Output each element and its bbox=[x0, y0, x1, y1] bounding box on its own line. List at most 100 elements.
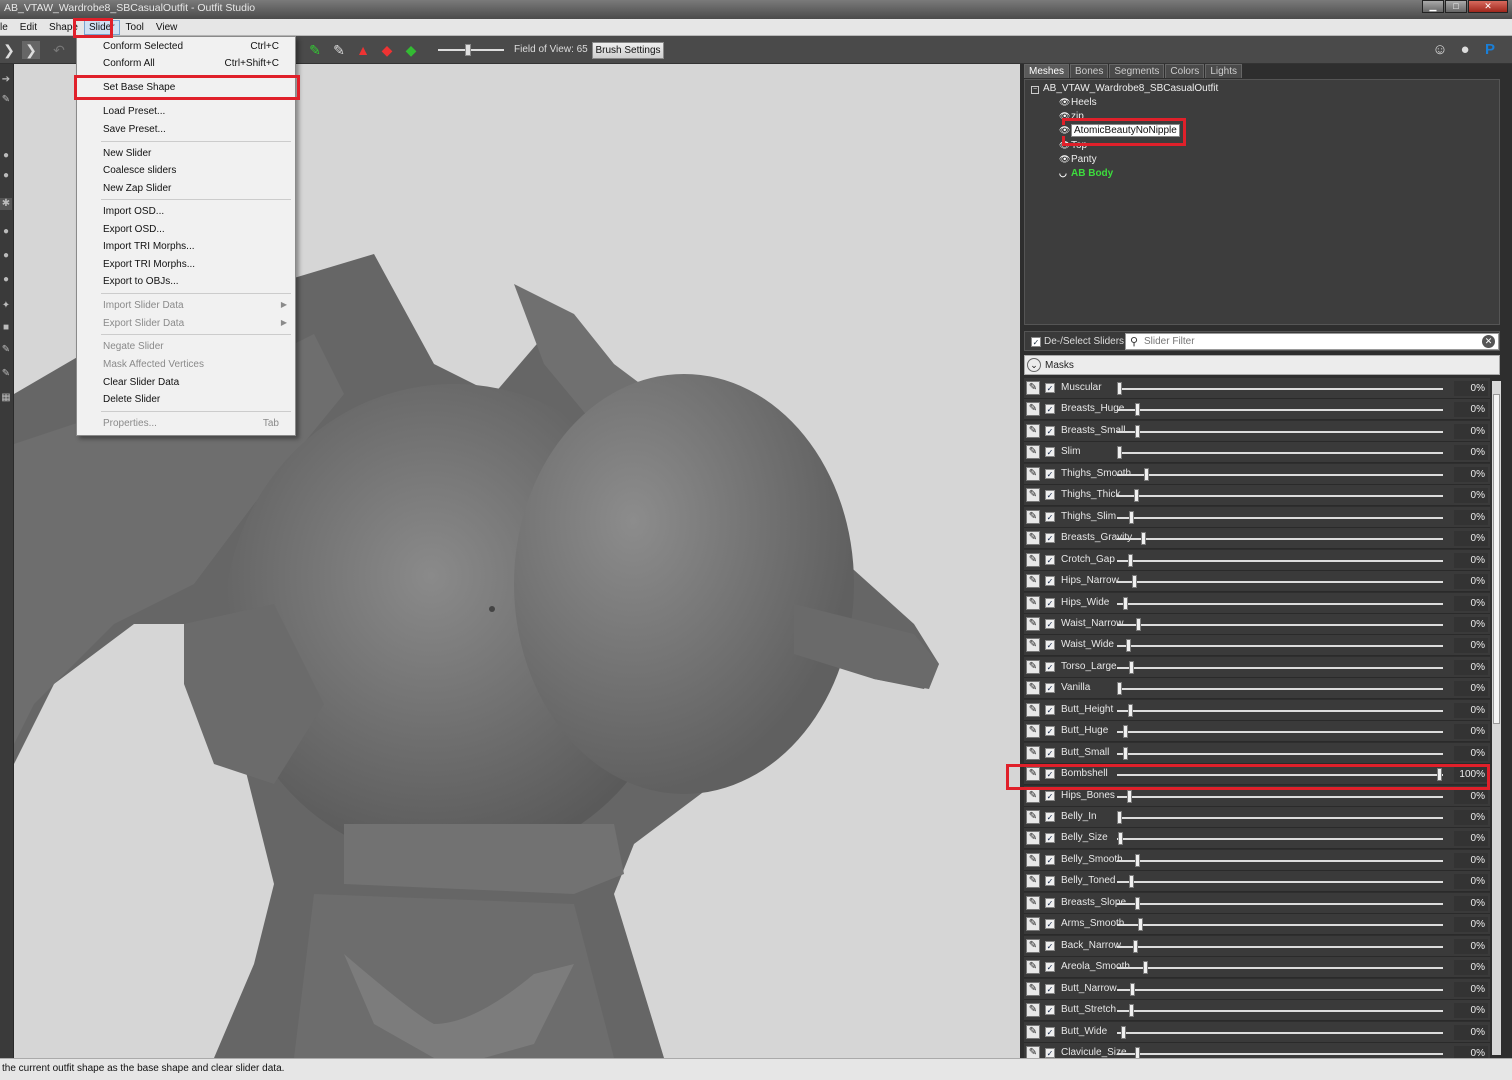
slider-value[interactable]: 0% bbox=[1454, 831, 1488, 847]
slider-thumb[interactable] bbox=[1135, 896, 1140, 910]
slider-thumb[interactable] bbox=[1123, 725, 1128, 739]
slider-track[interactable] bbox=[1117, 388, 1443, 390]
slider-value[interactable]: 0% bbox=[1454, 638, 1488, 654]
edit-slider-icon[interactable]: ✎ bbox=[1026, 638, 1040, 653]
slider-value[interactable]: 0% bbox=[1454, 574, 1488, 590]
slider-checkbox[interactable]: ✓ bbox=[1045, 897, 1055, 908]
slider-value[interactable]: 0% bbox=[1454, 874, 1488, 890]
mesh-item-atomicbeautynonipple[interactable]: 👁 AtomicBeautyNoNipple bbox=[1059, 124, 1180, 137]
chevron-down-icon[interactable]: ⌄ bbox=[1027, 358, 1041, 372]
slider-value[interactable]: 0% bbox=[1454, 531, 1488, 547]
menu-item-export-tri-morphs[interactable]: Export TRI Morphs... bbox=[77, 257, 295, 274]
slider-track[interactable] bbox=[1117, 1052, 1443, 1055]
mesh-item-ab-body[interactable]: ◡ AB Body bbox=[1059, 168, 1113, 179]
edit-slider-icon[interactable]: ✎ bbox=[1026, 745, 1040, 760]
slider-thumb[interactable] bbox=[1133, 939, 1138, 953]
slider-checkbox[interactable]: ✓ bbox=[1045, 533, 1055, 544]
slider-checkbox[interactable]: ✓ bbox=[1045, 597, 1055, 608]
slider-track[interactable] bbox=[1117, 1031, 1443, 1034]
slider-value[interactable]: 0% bbox=[1454, 1024, 1488, 1040]
slider-thumb[interactable] bbox=[1129, 875, 1134, 889]
slider-thumb[interactable] bbox=[1123, 596, 1128, 610]
edit-slider-icon[interactable]: ✎ bbox=[1026, 509, 1040, 524]
menu-item-import-osd[interactable]: Import OSD... bbox=[77, 204, 295, 221]
slider-value[interactable]: 0% bbox=[1454, 895, 1488, 911]
slider-value[interactable]: 0% bbox=[1454, 1045, 1488, 1058]
menu-item-load-preset[interactable]: Load Preset... bbox=[77, 104, 295, 121]
slider-checkbox[interactable]: ✓ bbox=[1045, 661, 1055, 672]
slider-track[interactable] bbox=[1117, 795, 1443, 798]
circle-tool-icon[interactable]: ● bbox=[0, 274, 12, 286]
menu-tool[interactable]: Tool bbox=[120, 20, 150, 35]
slider-track[interactable] bbox=[1117, 581, 1443, 584]
slider-track[interactable] bbox=[1117, 430, 1443, 433]
slider-thumb[interactable] bbox=[1138, 918, 1143, 932]
move-vertices-icon[interactable]: ▲ bbox=[354, 41, 372, 59]
tab-bones[interactable]: Bones bbox=[1070, 64, 1109, 78]
edit-slider-icon[interactable]: ✎ bbox=[1026, 681, 1040, 696]
slider-thumb[interactable] bbox=[1129, 510, 1134, 524]
slider-thumb[interactable] bbox=[1129, 660, 1134, 674]
slider-thumb[interactable] bbox=[1135, 424, 1140, 438]
slider-value[interactable]: 0% bbox=[1454, 810, 1488, 825]
clear-filter-icon[interactable]: ✕ bbox=[1482, 335, 1495, 348]
eye-hidden-icon[interactable]: ◡ bbox=[1059, 168, 1071, 179]
slider-thumb[interactable] bbox=[1143, 961, 1148, 975]
slider-value[interactable]: 0% bbox=[1454, 552, 1488, 568]
circle-tool-icon[interactable]: ● bbox=[0, 226, 12, 238]
github-icon[interactable]: ● bbox=[1455, 40, 1475, 60]
slider-value[interactable]: 0% bbox=[1454, 381, 1488, 396]
slider-track[interactable] bbox=[1117, 452, 1443, 455]
slider-checkbox[interactable]: ✓ bbox=[1045, 404, 1055, 415]
edit-slider-icon[interactable]: ✎ bbox=[1026, 574, 1040, 589]
slider-track[interactable] bbox=[1117, 409, 1443, 412]
slider-checkbox[interactable]: ✓ bbox=[1045, 726, 1055, 737]
slider-track[interactable] bbox=[1117, 731, 1443, 734]
slider-thumb[interactable] bbox=[1121, 1025, 1126, 1039]
slider-thumb[interactable] bbox=[1135, 853, 1140, 867]
slider-value[interactable]: 0% bbox=[1454, 659, 1488, 675]
edit-slider-icon[interactable]: ✎ bbox=[1026, 724, 1040, 739]
eye-icon[interactable]: 👁 bbox=[1059, 154, 1071, 165]
edit-slider-icon[interactable]: ✎ bbox=[1026, 852, 1040, 867]
slider-value[interactable]: 0% bbox=[1454, 423, 1488, 439]
slider-checkbox[interactable]: ✓ bbox=[1045, 618, 1055, 629]
slider-checkbox[interactable]: ✓ bbox=[1045, 919, 1055, 930]
slider-value[interactable]: 0% bbox=[1454, 960, 1488, 976]
menu-item-clear-slider-data[interactable]: Clear Slider Data bbox=[77, 375, 295, 392]
slider-thumb[interactable] bbox=[1117, 682, 1122, 696]
dot-tool-icon[interactable]: ● bbox=[0, 170, 12, 182]
slider-checkbox[interactable]: ✓ bbox=[1045, 511, 1055, 522]
slider-thumb[interactable] bbox=[1141, 532, 1146, 546]
slider-track[interactable] bbox=[1117, 602, 1443, 605]
slider-filter-input[interactable] bbox=[1144, 335, 1474, 348]
slider-track[interactable] bbox=[1117, 945, 1443, 948]
edit-slider-icon[interactable]: ✎ bbox=[1026, 423, 1040, 438]
symmetry-icon[interactable]: ◆ bbox=[402, 41, 420, 59]
slider-value[interactable]: 0% bbox=[1454, 445, 1488, 461]
fov-slider-thumb[interactable] bbox=[465, 44, 471, 56]
slider-track[interactable] bbox=[1117, 988, 1443, 991]
slider-checkbox[interactable]: ✓ bbox=[1045, 812, 1055, 822]
slider-track[interactable] bbox=[1117, 967, 1443, 970]
edit-slider-icon[interactable]: ✎ bbox=[1026, 616, 1040, 631]
edit-slider-icon[interactable]: ✎ bbox=[1026, 831, 1040, 846]
slider-thumb[interactable] bbox=[1117, 382, 1122, 395]
edit-slider-icon[interactable]: ✎ bbox=[1026, 552, 1040, 567]
slider-track[interactable] bbox=[1117, 559, 1443, 562]
edit-slider-icon[interactable]: ✎ bbox=[1026, 917, 1040, 932]
weight-tool-icon[interactable]: ✎ bbox=[0, 368, 12, 380]
menu-item-import-tri-morphs[interactable]: Import TRI Morphs... bbox=[77, 239, 295, 256]
link-tool-icon[interactable]: ✦ bbox=[0, 300, 12, 312]
mesh-item-heels[interactable]: 👁Heels bbox=[1059, 97, 1097, 108]
slider-track[interactable] bbox=[1117, 473, 1443, 476]
deselect-sliders-checkbox[interactable]: ✓ bbox=[1031, 337, 1041, 347]
menu-item-save-preset[interactable]: Save Preset... bbox=[77, 122, 295, 139]
slider-checkbox[interactable]: ✓ bbox=[1045, 940, 1055, 951]
edit-slider-icon[interactable]: ✎ bbox=[1026, 960, 1040, 975]
menu-file[interactable]: le bbox=[0, 20, 14, 35]
slider-checkbox[interactable]: ✓ bbox=[1045, 683, 1055, 694]
paypal-icon[interactable]: P bbox=[1480, 40, 1500, 60]
slider-track[interactable] bbox=[1117, 817, 1443, 819]
slider-checkbox[interactable]: ✓ bbox=[1045, 833, 1055, 844]
